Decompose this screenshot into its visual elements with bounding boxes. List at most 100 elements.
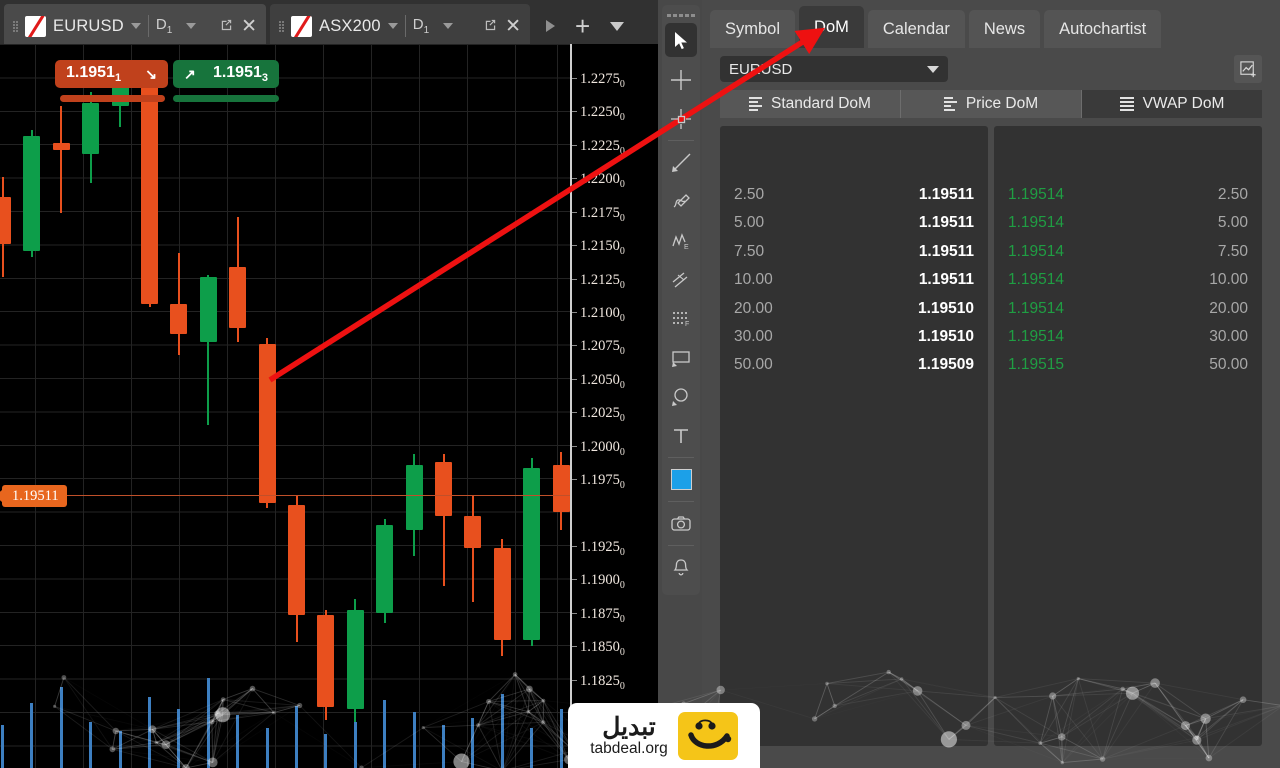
dom-vwap-icon: [1119, 97, 1134, 111]
play-icon[interactable]: [546, 20, 555, 32]
watermark-latin-text: tabdeal.org: [590, 740, 668, 758]
dom-ask-row[interactable]: 1.19514 2.50: [994, 181, 1262, 209]
dom-bid-row[interactable]: 20.00 1.19510: [720, 295, 988, 323]
candlestick: [523, 44, 541, 768]
volume-bar: [353, 721, 357, 768]
dom-ask-row[interactable]: 1.19514 7.50: [994, 238, 1262, 266]
ask-volume: 2.50: [1217, 186, 1248, 203]
tool-ellipse-button[interactable]: [662, 377, 700, 416]
candlestick: [376, 44, 394, 768]
price-axis[interactable]: 1.22750 1.22500 1.22250 1.22000 1.21750 1.215…: [570, 44, 658, 768]
current-price-tag: 1.19511: [2, 485, 67, 507]
dom-bid-row[interactable]: 10.00 1.19511: [720, 266, 988, 294]
bid-volume: 20.00: [734, 299, 773, 317]
candlestick: [258, 44, 276, 768]
axis-tick-label: 1.22750: [580, 71, 625, 90]
add-chart-button[interactable]: [1234, 55, 1262, 83]
mode-vwap-dom[interactable]: VWAP DoM: [1082, 90, 1262, 118]
axis-tick-label: 1.21250: [580, 271, 625, 291]
timeframe-label: D1: [412, 16, 430, 36]
candlestick: [493, 44, 511, 768]
tool-crosshair-button[interactable]: [662, 60, 700, 99]
volume-bar: [383, 699, 387, 768]
tab-symbol[interactable]: Symbol: [710, 10, 796, 48]
bid-price: 1.19510: [917, 299, 974, 317]
dom-ask-row[interactable]: 1.19514 5.00: [994, 209, 1262, 237]
dom-ask-row[interactable]: 1.19515 50.00: [994, 351, 1262, 379]
tool-alert-button[interactable]: [662, 548, 700, 587]
bid-quote-box[interactable]: 1.19511 ↘: [55, 60, 168, 88]
external-link-icon[interactable]: [483, 17, 498, 35]
dom-bid-row[interactable]: 7.50 1.19511: [720, 238, 988, 266]
ask-price: 1.19514: [1008, 328, 1065, 345]
tool-rectangle-button[interactable]: [662, 338, 700, 377]
toolbar-divider: [668, 457, 694, 458]
color-swatch-icon[interactable]: [670, 469, 692, 490]
ask-volume: 10.00: [1209, 271, 1248, 289]
tab-autochartist[interactable]: Autochartist: [1044, 10, 1162, 48]
axis-tick-label: 1.20500: [580, 371, 625, 391]
tool-fibonacci-grid-button[interactable]: F: [662, 299, 700, 338]
toolbar-divider: [668, 501, 694, 502]
timeframe-dropdown-caret-icon[interactable]: [443, 23, 454, 29]
chart-tab-eurusd[interactable]: EURUSD D1 ✕: [4, 4, 266, 48]
chevron-down-icon[interactable]: [927, 65, 939, 73]
tool-elliott-wave-button[interactable]: E: [662, 221, 700, 260]
mode-price-dom[interactable]: Price DoM: [901, 90, 1082, 118]
chart-plot-area[interactable]: [0, 44, 570, 768]
dom-bid-row[interactable]: 30.00 1.19510: [720, 323, 988, 351]
toolbar-divider: [668, 140, 694, 141]
plus-icon[interactable]: +: [575, 13, 590, 39]
tool-text-button[interactable]: [662, 416, 700, 455]
tool-cursor-button[interactable]: [662, 21, 700, 60]
volume-bar: [471, 718, 475, 768]
bid-volume: 10.00: [734, 271, 773, 289]
volume-bar: [89, 721, 93, 768]
dom-symbol-select[interactable]: EURUSD: [720, 56, 948, 82]
ask-quote-box[interactable]: ↗ 1.19513: [173, 60, 279, 88]
right-panel: Symbol DoM Calendar News Autochartist EU…: [702, 0, 1280, 768]
symbol-dropdown-caret-icon[interactable]: [387, 23, 398, 29]
chevron-down-icon[interactable]: [610, 21, 625, 31]
volume-bar: [265, 727, 269, 768]
toolbar-grip-handle[interactable]: [662, 9, 700, 21]
dom-bid-row[interactable]: 5.00 1.19511: [720, 209, 988, 237]
tool-trend-line-button[interactable]: [662, 143, 700, 182]
dom-ask-column[interactable]: 1.19514 2.50 1.19514 5.00 1.19514 7.50 1.19514…: [994, 126, 1262, 746]
tool-color-swatch-button[interactable]: [662, 460, 700, 499]
tab-dom[interactable]: DoM: [799, 6, 864, 48]
chart-tab-bar: EURUSD D1 ✕ ASX200 D1 ✕ +: [0, 0, 658, 48]
volume-bar: [148, 696, 151, 768]
dom-ask-row[interactable]: 1.19514 20.00: [994, 295, 1262, 323]
tool-camera-button[interactable]: [662, 504, 700, 543]
volume-bar: [118, 730, 122, 768]
ask-price: 1.19515: [1008, 356, 1065, 374]
close-icon[interactable]: ✕: [241, 17, 257, 36]
dom-ask-row[interactable]: 1.19514 10.00: [994, 266, 1262, 294]
symbol-icon: [25, 15, 46, 37]
close-icon[interactable]: ✕: [505, 17, 521, 36]
mode-standard-dom[interactable]: Standard DoM: [720, 90, 901, 118]
volume-bar: [295, 706, 298, 768]
axis-tick-label: 1.20750: [580, 338, 625, 358]
tab-news[interactable]: News: [968, 10, 1041, 48]
dom-bid-row[interactable]: 2.50 1.19511: [720, 181, 988, 209]
dom-bid-row[interactable]: 50.00 1.19509: [720, 351, 988, 379]
symbol-dropdown-caret-icon[interactable]: [130, 23, 141, 29]
dom-ask-row[interactable]: 1.19514 30.00: [994, 323, 1262, 351]
watermark-arabic-text: تبدیل: [602, 712, 656, 741]
tool-pen-draw-button[interactable]: [662, 182, 700, 221]
tab-grip-handle[interactable]: [279, 15, 284, 37]
tab-calendar[interactable]: Calendar: [867, 10, 965, 48]
external-link-icon[interactable]: [219, 17, 234, 35]
tab-grip-handle[interactable]: [13, 15, 18, 37]
dom-tables: 2.50 1.19511 5.00 1.19511 7.50 1.19511 10.00 1.…: [720, 126, 1262, 746]
tool-parallel-channel-button[interactable]: [662, 260, 700, 299]
tool-crosshair-box-button[interactable]: [662, 99, 700, 138]
bid-price: 1.19511: [918, 186, 974, 203]
timeframe-dropdown-caret-icon[interactable]: [186, 23, 197, 29]
dom-bid-column[interactable]: 2.50 1.19511 5.00 1.19511 7.50 1.19511 10.00 1.…: [720, 126, 988, 746]
candlestick: [464, 44, 482, 768]
chart-tab-asx200[interactable]: ASX200 D1 ✕: [270, 4, 530, 48]
arrow-down-right-icon: ↘: [145, 65, 157, 82]
